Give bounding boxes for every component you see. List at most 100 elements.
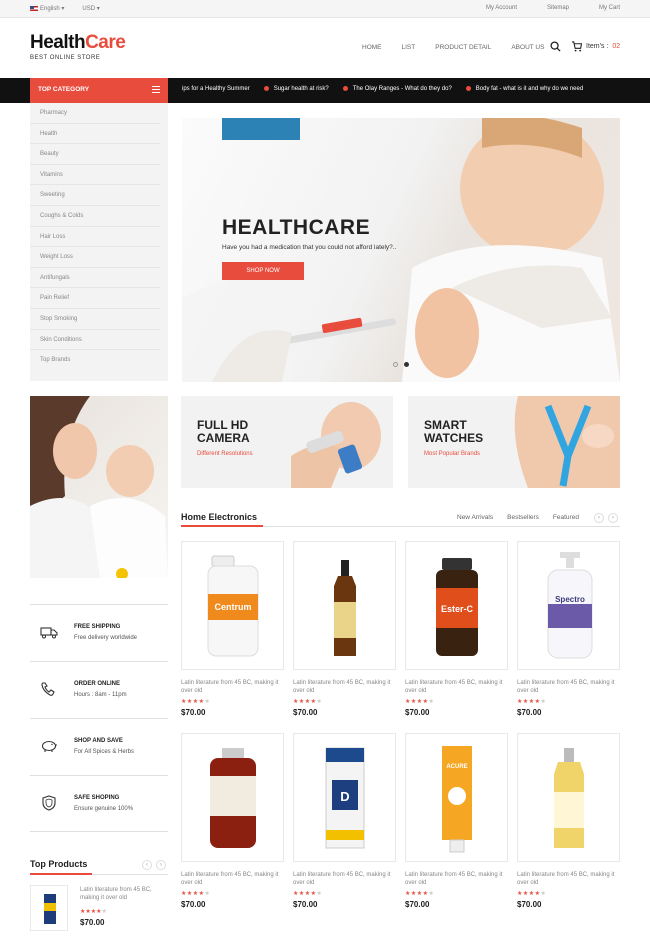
- product-image[interactable]: [517, 733, 620, 862]
- feature-order-online: ORDER ONLINE Hours : 8am - 11pm: [30, 661, 168, 718]
- svg-text:D: D: [340, 789, 349, 804]
- category-item[interactable]: Hair Loss: [30, 227, 160, 248]
- language-select[interactable]: English ▾: [30, 5, 64, 12]
- category-item[interactable]: Beauty: [30, 144, 160, 165]
- category-item[interactable]: Stop Smoking: [30, 309, 160, 330]
- section-underline: [181, 525, 263, 527]
- product-image[interactable]: [293, 541, 396, 670]
- product-image[interactable]: [181, 733, 284, 862]
- category-item[interactable]: Weight Loss: [30, 247, 160, 268]
- ticker-item[interactable]: The Olay Ranges - What do they do?: [342, 86, 452, 92]
- category-item[interactable]: Coughs & Colds: [30, 206, 160, 227]
- promo-subtitle: Different Resolutions: [197, 451, 253, 457]
- ticker-item[interactable]: Sugar health at risk?: [263, 86, 329, 92]
- product-description[interactable]: Latin literature from 45 BC, making it o…: [181, 680, 284, 695]
- product-description[interactable]: Latin literature from 45 BC, making it o…: [405, 872, 508, 887]
- mother-baby-image: [30, 396, 168, 578]
- category-list: Pharmacy Health Beauty Vitamins Sweeting…: [30, 103, 168, 381]
- product-card[interactable]: Latin literature from 45 BC, making it o…: [293, 541, 396, 717]
- tab-new-arrivals[interactable]: New Arrivals: [457, 514, 493, 521]
- next-arrow-icon[interactable]: ›: [156, 860, 166, 870]
- product-description[interactable]: Latin literature from 45 BC, making it o…: [181, 872, 284, 887]
- my-cart-link[interactable]: My Cart: [599, 5, 620, 11]
- product-image[interactable]: D: [293, 733, 396, 862]
- product-card[interactable]: Latin literature from 45 BC, making it o…: [181, 733, 284, 909]
- category-header[interactable]: TOP CATEGORY: [30, 78, 168, 103]
- product-price: $70.00: [293, 900, 318, 909]
- news-ticker: ips for a Healthy Summer Sugar health at…: [182, 86, 583, 92]
- product-card[interactable]: D Latin literature from 45 BC, making it …: [293, 733, 396, 909]
- svg-text:Centrum: Centrum: [214, 602, 251, 612]
- nav-about-us[interactable]: ABOUT US: [511, 44, 544, 51]
- prev-arrow-icon[interactable]: ‹: [594, 513, 604, 523]
- truck-icon: [40, 627, 58, 639]
- product-description[interactable]: Latin literature from 45 BC, making it o…: [293, 872, 396, 887]
- mother-baby-banner[interactable]: [30, 396, 168, 578]
- product-box-image: [44, 894, 56, 924]
- product-image[interactable]: ACURE: [405, 733, 508, 862]
- bullet-icon: [263, 86, 269, 91]
- slider-dot[interactable]: [393, 362, 398, 367]
- nav-product-detail[interactable]: PRODUCT DETAIL: [435, 44, 491, 51]
- tab-featured[interactable]: Featured: [553, 514, 579, 521]
- product-card[interactable]: Latin literature from 45 BC, making it o…: [517, 733, 620, 909]
- ticker-item[interactable]: ips for a Healthy Summer: [182, 86, 250, 92]
- rating-stars: ★★★★★: [517, 699, 547, 705]
- category-item[interactable]: Top Brands: [30, 350, 160, 371]
- product-photo: ACURE: [442, 746, 472, 853]
- product-image[interactable]: [30, 885, 68, 931]
- category-item[interactable]: Health: [30, 124, 160, 145]
- product-price: $70.00: [293, 708, 318, 717]
- product-card[interactable]: Spectro Latin literature from 45 BC, maki…: [517, 541, 620, 717]
- cart-icon: [571, 41, 582, 52]
- nav-list[interactable]: LIST: [402, 44, 416, 51]
- next-arrow-icon[interactable]: ›: [608, 513, 618, 523]
- my-account-link[interactable]: My Account: [486, 5, 517, 11]
- product-price: $70.00: [181, 708, 206, 717]
- category-item[interactable]: Pain Relief: [30, 288, 160, 309]
- phone-icon: [41, 682, 55, 696]
- cart-button[interactable]: Item's :02: [571, 41, 620, 52]
- product-card[interactable]: ACURE Latin literature from 45 BC, making…: [405, 733, 508, 909]
- category-item[interactable]: Antifungals: [30, 268, 160, 289]
- product-image[interactable]: Ester-C: [405, 541, 508, 670]
- product-description[interactable]: Latin literature from 45 BC, making it o…: [293, 680, 396, 695]
- nav-home[interactable]: HOME: [362, 44, 382, 51]
- category-item[interactable]: Sweeting: [30, 185, 160, 206]
- product-tabs: New Arrivals Bestsellers Featured: [457, 514, 579, 521]
- product-description[interactable]: Latin literature from 45 BC, making it o…: [517, 872, 620, 887]
- tab-bestsellers[interactable]: Bestsellers: [507, 514, 539, 521]
- promo-full-hd-camera[interactable]: FULL HD CAMERA Different Resolutions: [181, 396, 393, 488]
- category-item[interactable]: Vitamins: [30, 165, 160, 186]
- sitemap-link[interactable]: Sitemap: [547, 5, 569, 11]
- menu-icon[interactable]: [152, 86, 160, 93]
- search-icon[interactable]: [550, 41, 561, 52]
- product-photo: D: [325, 747, 365, 849]
- feature-safe-shopping: SAFE SHOPING Ensure genuine 100%: [30, 775, 168, 832]
- product-description[interactable]: Latin literature from 45 BC, making it o…: [80, 887, 168, 902]
- promo-smart-watches[interactable]: SMART WATCHES Most Popular Brands: [408, 396, 620, 488]
- product-image[interactable]: Centrum: [181, 541, 284, 670]
- rating-stars: ★★★★★: [181, 891, 211, 897]
- slider-dot-active[interactable]: [404, 362, 409, 367]
- product-description[interactable]: Latin literature from 45 BC, making it o…: [517, 680, 620, 695]
- feature-shop-and-save: SHOP AND SAVE For All Spices & Herbs: [30, 718, 168, 775]
- promo-subtitle: Most Popular Brands: [424, 451, 481, 457]
- product-photo: [210, 748, 256, 848]
- product-card[interactable]: Ester-C Latin literature from 45 BC, maki…: [405, 541, 508, 717]
- product-image[interactable]: Spectro: [517, 541, 620, 670]
- category-item[interactable]: Pharmacy: [30, 103, 160, 124]
- ticker-item[interactable]: Body fat - what is it and why do we need: [465, 86, 583, 92]
- site-logo[interactable]: HealthCare BEST ONLINE STORE: [30, 32, 126, 61]
- bullet-icon: [342, 86, 348, 91]
- product-description[interactable]: Latin literature from 45 BC, making it o…: [405, 680, 508, 695]
- prev-arrow-icon[interactable]: ‹: [142, 860, 152, 870]
- product-card[interactable]: Centrum Latin literature from 45 BC, maki…: [181, 541, 284, 717]
- product-price: $70.00: [405, 900, 430, 909]
- feature-free-shipping: FREE SHIPPING Free delivery worldwide: [30, 604, 168, 661]
- product-photo: Ester-C: [436, 558, 478, 656]
- category-item[interactable]: Skin Conditions: [30, 330, 160, 351]
- rating-stars: ★★★★★: [405, 891, 435, 897]
- shop-now-button[interactable]: SHOP NOW: [222, 262, 304, 280]
- currency-select[interactable]: USD ▾: [82, 5, 99, 12]
